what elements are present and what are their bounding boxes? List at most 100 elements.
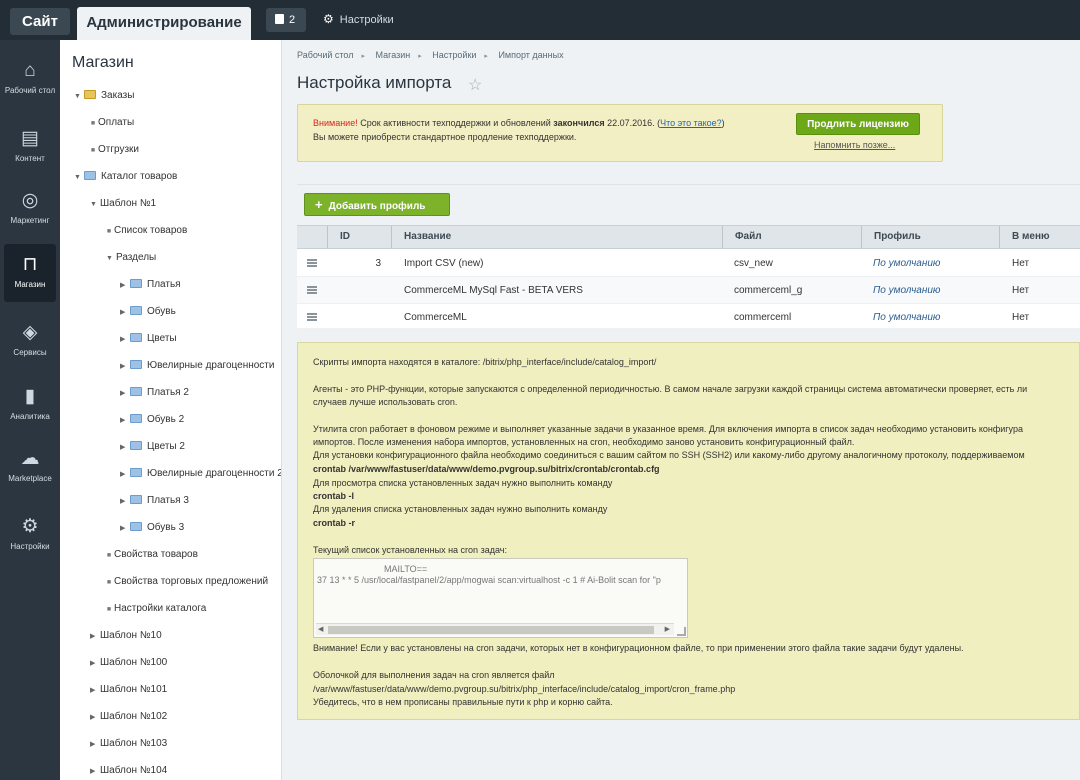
row-menu-icon[interactable] (307, 286, 317, 294)
tree-item-template[interactable]: ▶ Шаблон №102 (90, 709, 167, 725)
tree-item-sections[interactable]: ▼ Разделы (106, 250, 156, 266)
resize-handle-icon[interactable] (677, 627, 686, 636)
tree-item-template[interactable]: ▶ Шаблон №10 (90, 628, 162, 644)
expand-arrow-icon[interactable]: ▶ (120, 467, 130, 483)
expand-arrow-icon[interactable]: ▼ (106, 251, 116, 267)
nav-label: Настройки (10, 542, 50, 551)
column-header-id[interactable]: ID (327, 226, 391, 248)
column-header-menu[interactable]: В меню (999, 226, 1080, 248)
row-profile: По умолчанию (873, 258, 941, 269)
nav-settings[interactable]: ⚙ Настройки (4, 506, 56, 564)
expand-arrow-icon[interactable]: ▼ (90, 197, 100, 213)
tree-item-section[interactable]: ▶ Обувь 3 (120, 520, 184, 536)
tree-item-product-properties[interactable]: ■ Свойства товаров (104, 547, 198, 563)
column-header-file[interactable]: Файл (722, 226, 861, 248)
tree-item-section[interactable]: ▶ Обувь 2 (120, 412, 184, 428)
tree-item-label: Каталог товаров (101, 171, 178, 182)
tree-item-section[interactable]: ▶ Платья 2 (120, 385, 189, 401)
tree-item-catalog[interactable]: ▼ Каталог товаров (74, 169, 177, 185)
remind-later-link[interactable]: Напомнить позже... (814, 140, 895, 150)
expand-arrow-icon[interactable]: ▶ (90, 737, 100, 753)
tab-administration[interactable]: Администрирование (77, 7, 251, 40)
cloud-download-icon: ☁ (20, 448, 40, 469)
expand-arrow-icon[interactable]: ▶ (120, 386, 130, 402)
top-bar: Сайт Администрирование 2 ⚙ Настройки (0, 0, 1080, 40)
info-text: Для удаления списка установленных задач … (313, 504, 608, 514)
expand-arrow-icon[interactable]: ▶ (120, 494, 130, 510)
expand-arrow-icon[interactable]: ▶ (120, 521, 130, 537)
tree-item-section[interactable]: ▶ Обувь (120, 304, 176, 320)
expand-arrow-icon[interactable]: ▶ (90, 683, 100, 699)
tree-item-template[interactable]: ▶ Шаблон №104 (90, 763, 167, 779)
tree-item-shipments[interactable]: ■ Отгрузки (88, 142, 139, 158)
tree-item-offer-properties[interactable]: ■ Свойства торговых предложений (104, 574, 268, 590)
tree-item-template-1[interactable]: ▼ Шаблон №1 (90, 196, 156, 212)
expand-arrow-icon[interactable]: ▶ (120, 359, 130, 375)
expand-arrow-icon[interactable]: ▶ (90, 656, 100, 672)
tree-item-payments[interactable]: ■ Оплаты (88, 115, 134, 131)
expand-arrow-icon[interactable]: ▶ (120, 278, 130, 294)
table-header: ID Название Файл Профиль В меню (297, 225, 1080, 249)
what-is-this-link[interactable]: Что это такое? (660, 118, 722, 128)
nav-label: Marketplace (8, 474, 52, 483)
nav-desktop[interactable]: ⌂ Рабочий стол (4, 50, 56, 108)
expand-arrow-icon[interactable]: ▼ (74, 89, 84, 105)
tree-item-section[interactable]: ▶ Цветы 2 (120, 439, 185, 455)
nav-analytics[interactable]: ▮ Аналитика (4, 376, 56, 434)
tree-item-catalog-settings[interactable]: ■ Настройки каталога (104, 601, 206, 617)
tree-item-section[interactable]: ▶ Ювелирные драгоценности (120, 358, 274, 374)
breadcrumb-item[interactable]: Импорт данных (498, 50, 563, 60)
tree-item-section[interactable]: ▶ Платья (120, 277, 181, 293)
tree-item-section[interactable]: ▶ Платья 3 (120, 493, 189, 509)
table-row[interactable]: 3 Import CSV (new) csv_new По умолчанию … (297, 250, 1080, 277)
tree-item-label: Оплаты (98, 117, 135, 128)
site-button[interactable]: Сайт (10, 8, 70, 35)
row-name: CommerceML (404, 312, 467, 323)
tree-item-products-list[interactable]: ■ Список товаров (104, 223, 187, 239)
breadcrumb-item[interactable]: Настройки (432, 50, 476, 60)
column-header-profile[interactable]: Профиль (861, 226, 999, 248)
settings-link[interactable]: ⚙ Настройки (323, 12, 394, 26)
tree-item-orders[interactable]: ▼ Заказы (74, 88, 134, 104)
row-id (327, 277, 381, 304)
favorite-star-icon[interactable]: ☆ (468, 75, 482, 95)
nav-marketplace[interactable]: ☁ Marketplace (4, 438, 56, 496)
horizontal-scrollbar[interactable]: ◀ ▶ (316, 623, 674, 635)
info-text: Для установки конфигурационного файла не… (313, 450, 1025, 460)
table-row[interactable]: CommerceML MySql Fast - BETA VERS commer… (297, 277, 1080, 304)
cron-list-textarea[interactable]: MAILTO== 37 13 * * 5 /usr/local/fastpane… (313, 558, 688, 638)
breadcrumb-item[interactable]: Рабочий стол (297, 50, 354, 60)
expand-arrow-icon[interactable]: ▶ (120, 440, 130, 456)
add-profile-button[interactable]: + Добавить профиль (304, 193, 450, 216)
expand-arrow-icon[interactable]: ▶ (90, 710, 100, 726)
cron-command: crontab /var/www/fastuser/data/www/demo.… (313, 464, 660, 474)
nav-content[interactable]: ▤ Контент (4, 118, 56, 176)
scroll-left-icon[interactable]: ◀ (318, 624, 323, 636)
expand-arrow-icon[interactable]: ▶ (120, 413, 130, 429)
tree-item-template[interactable]: ▶ Шаблон №100 (90, 655, 167, 671)
notifications-button[interactable]: 2 (266, 8, 306, 32)
row-menu-icon[interactable] (307, 259, 317, 267)
column-header-name[interactable]: Название (391, 226, 722, 248)
tree-item-section[interactable]: ▶ Цветы (120, 331, 177, 347)
scrollbar-thumb[interactable] (328, 626, 654, 634)
expand-arrow-icon[interactable]: ▶ (120, 332, 130, 348)
notification-icon (275, 14, 284, 24)
tree-item-template[interactable]: ▶ Шаблон №103 (90, 736, 167, 752)
tree-item-section[interactable]: ▶ Ювелирные драгоценности 2 (120, 466, 281, 483)
nav-shop[interactable]: ⊓ Магазин (4, 244, 56, 302)
tree-item-template[interactable]: ▶ Шаблон №101 (90, 682, 167, 698)
extend-license-button[interactable]: Продлить лицензию (796, 113, 920, 135)
scroll-right-icon[interactable]: ▶ (665, 624, 670, 636)
table-row[interactable]: CommerceML commerceml По умолчанию Нет (297, 304, 1080, 331)
tree-item-label: Свойства товаров (114, 549, 198, 560)
nav-services[interactable]: ◈ Сервисы (4, 312, 56, 370)
expand-arrow-icon[interactable]: ▶ (90, 629, 100, 645)
expand-arrow-icon[interactable]: ▶ (90, 764, 100, 780)
breadcrumb-item[interactable]: Магазин (376, 50, 411, 60)
row-menu-icon[interactable] (307, 313, 317, 321)
expand-arrow-icon[interactable]: ▶ (120, 305, 130, 321)
tree-item-label: Шаблон №1 (100, 198, 157, 209)
nav-marketing[interactable]: ◎ Маркетинг (4, 180, 56, 238)
expand-arrow-icon[interactable]: ▼ (74, 170, 84, 186)
